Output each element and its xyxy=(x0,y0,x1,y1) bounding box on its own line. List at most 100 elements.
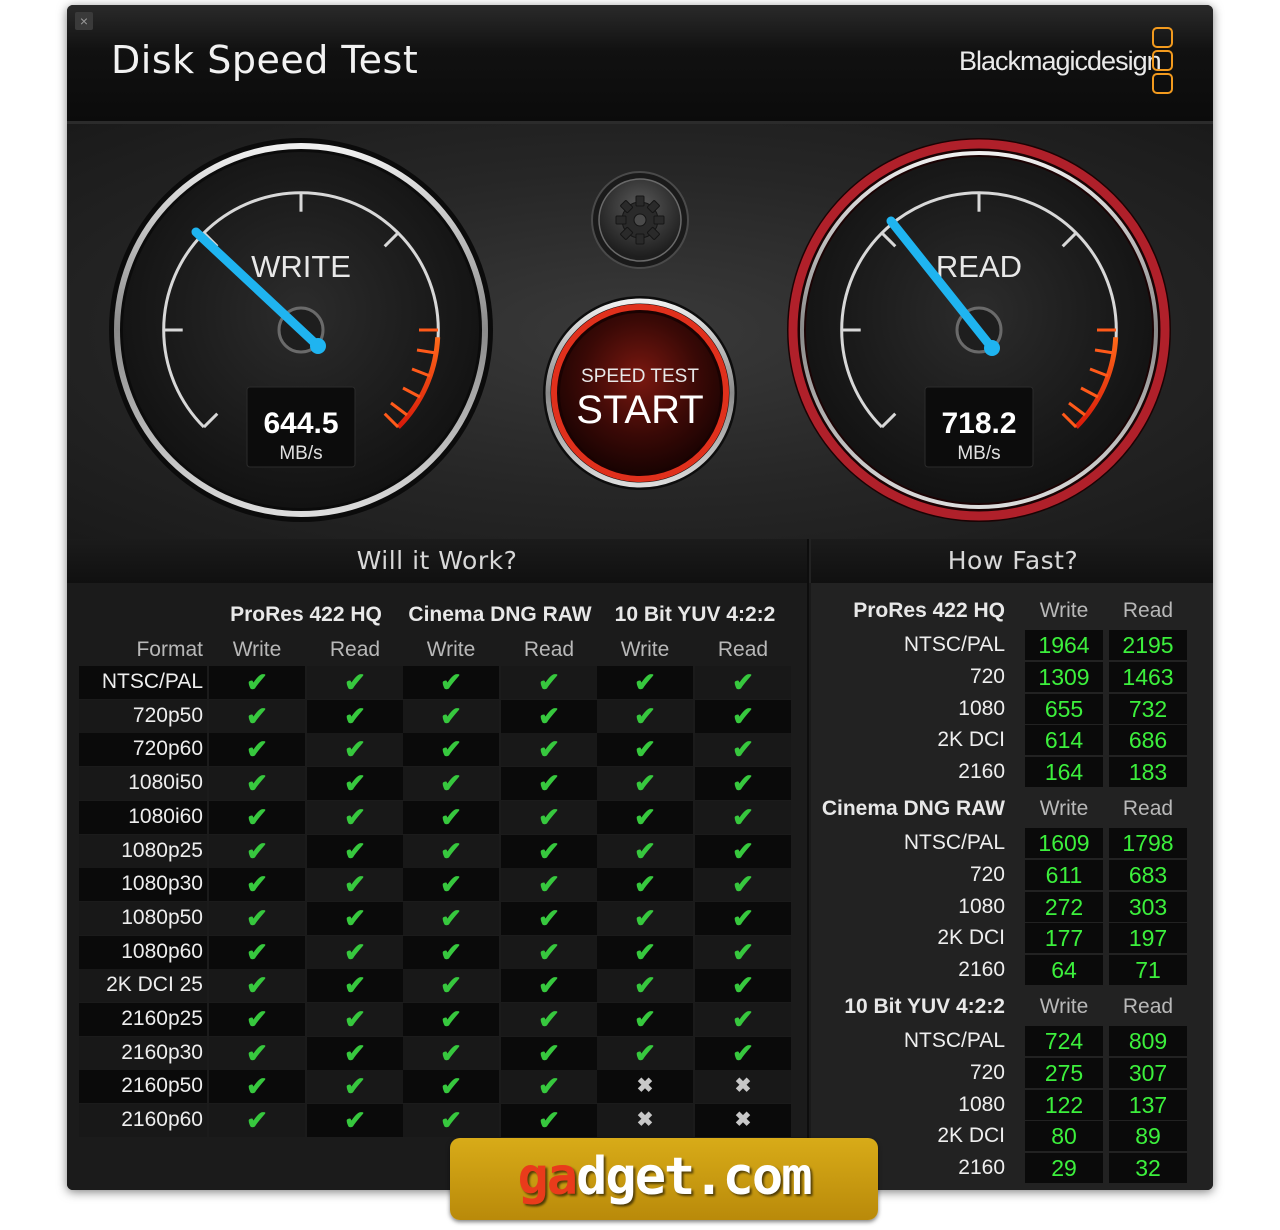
checkmark-icon: ✔ xyxy=(440,734,462,765)
checkmark-icon: ✔ xyxy=(440,1037,462,1068)
codec-header: Cinema DNG RAW xyxy=(408,603,592,626)
write-column-header: Write xyxy=(1039,599,1089,622)
codec-section-header: ProRes 422 HQ xyxy=(853,599,1005,622)
checkmark-icon: ✔ xyxy=(732,801,754,832)
read-speed-cell: 686 xyxy=(1109,725,1187,756)
write-speed-cell: 29 xyxy=(1025,1153,1103,1184)
read-speed-unit: MB/s xyxy=(957,443,1000,464)
result-cell: ✔ xyxy=(695,767,791,801)
checkmark-icon: ✔ xyxy=(440,936,462,967)
checkmark-icon: ✔ xyxy=(634,970,656,1001)
result-cell: ✔ xyxy=(695,666,791,699)
checkmark-icon: ✔ xyxy=(344,667,366,697)
checkmark-icon: ✔ xyxy=(246,700,268,731)
checkmark-icon: ✔ xyxy=(440,970,462,1001)
table-row-format: 720p60 xyxy=(132,737,203,761)
checkmark-icon: ✔ xyxy=(538,801,560,832)
read-gauge: READ 718.2 MB/s xyxy=(787,138,1171,522)
how-fast-title: How Fast? xyxy=(809,539,1213,583)
result-cell: ✔ xyxy=(403,1036,499,1070)
result-cell: ✔ xyxy=(597,699,693,733)
read-speed-cell: 183 xyxy=(1109,757,1187,788)
read-column-header: Read xyxy=(1122,995,1174,1018)
result-cell: ✔ xyxy=(597,935,693,969)
speed-row-format: NTSC/PAL xyxy=(903,831,1005,854)
subcolumn-header: Write xyxy=(426,638,476,661)
result-cell: ✔ xyxy=(209,969,305,1003)
subcolumn-header: Read xyxy=(329,638,381,661)
watermark-rest: dget.com xyxy=(576,1147,812,1207)
settings-button[interactable] xyxy=(591,171,689,269)
result-cell: ✖ xyxy=(597,1070,693,1104)
result-cell: ✔ xyxy=(307,834,403,868)
write-speed-cell: 614 xyxy=(1025,725,1103,756)
read-speed-cell: 809 xyxy=(1109,1026,1187,1056)
checkmark-icon: ✔ xyxy=(246,970,268,1001)
result-cell: ✖ xyxy=(695,1070,791,1104)
table-row-format: 2160p60 xyxy=(121,1108,203,1132)
result-cell: ✔ xyxy=(209,767,305,801)
result-cell: ✔ xyxy=(403,1003,499,1036)
checkmark-icon: ✔ xyxy=(246,667,268,697)
checkmark-icon: ✔ xyxy=(246,1071,268,1102)
checkmark-icon: ✔ xyxy=(344,835,366,866)
result-cell: ✔ xyxy=(597,901,693,935)
format-column-header: Format xyxy=(136,638,203,661)
cross-icon: ✖ xyxy=(636,1109,654,1132)
checkmark-icon: ✔ xyxy=(344,1105,366,1136)
result-cell: ✔ xyxy=(307,733,403,767)
checkmark-icon: ✔ xyxy=(634,1037,656,1068)
read-gauge-label: READ xyxy=(936,249,1022,284)
checkmark-icon: ✔ xyxy=(538,734,560,765)
checkmark-icon: ✔ xyxy=(538,700,560,731)
table-row-format: 1080i60 xyxy=(128,804,203,828)
subcolumn-header: Read xyxy=(717,638,769,661)
checkmark-icon: ✔ xyxy=(732,667,754,697)
result-cell: ✔ xyxy=(209,935,305,969)
result-cell: ✔ xyxy=(307,1003,403,1036)
write-speed-cell: 64 xyxy=(1025,955,1103,986)
result-cell: ✔ xyxy=(695,800,791,834)
speed-row-format: 1080 xyxy=(958,894,1005,918)
checkmark-icon: ✔ xyxy=(538,869,560,900)
result-cell: ✔ xyxy=(307,868,403,902)
codec-header: ProRes 422 HQ xyxy=(230,603,382,626)
result-cell: ✔ xyxy=(597,834,693,868)
cross-icon: ✖ xyxy=(734,1075,752,1098)
result-cell: ✔ xyxy=(695,901,791,935)
result-cell: ✔ xyxy=(501,969,597,1003)
start-button[interactable]: SPEED TEST START xyxy=(543,296,737,490)
checkmark-icon: ✔ xyxy=(246,902,268,933)
start-button-label: START xyxy=(576,388,703,432)
checkmark-icon: ✔ xyxy=(246,869,268,900)
checkmark-icon: ✔ xyxy=(440,902,462,933)
write-speed-cell: 655 xyxy=(1025,693,1103,724)
result-cell: ✔ xyxy=(307,1036,403,1070)
read-speed-cell: 1463 xyxy=(1109,661,1187,692)
result-cell: ✔ xyxy=(597,800,693,834)
result-cell: ✔ xyxy=(209,666,305,699)
speed-row-format: 720 xyxy=(969,862,1005,886)
subcolumn-header: Read xyxy=(523,638,575,661)
checkmark-icon: ✔ xyxy=(538,1105,560,1136)
result-cell: ✔ xyxy=(695,969,791,1003)
close-icon[interactable]: × xyxy=(75,12,93,30)
watermark-logo: gadget.com xyxy=(450,1138,878,1220)
checkmark-icon: ✔ xyxy=(732,902,754,933)
checkmark-icon: ✔ xyxy=(538,667,560,697)
checkmark-icon: ✔ xyxy=(246,768,268,799)
start-button-caption: SPEED TEST xyxy=(581,366,699,387)
table-row-format: 2K DCI 25 xyxy=(106,973,203,997)
checkmark-icon: ✔ xyxy=(538,835,560,866)
write-gauge: WRITE 644.5 MB/s xyxy=(109,138,493,522)
read-speed-cell: 71 xyxy=(1109,955,1187,986)
result-cell: ✔ xyxy=(307,901,403,935)
table-row-format: 2160p30 xyxy=(121,1040,203,1064)
result-cell: ✔ xyxy=(209,800,305,834)
read-speed-cell: 1798 xyxy=(1109,828,1187,858)
checkmark-icon: ✔ xyxy=(732,869,754,900)
read-column-header: Read xyxy=(1122,599,1174,622)
will-it-work-title: Will it Work? xyxy=(67,539,807,583)
checkmark-icon: ✔ xyxy=(634,700,656,731)
checkmark-icon: ✔ xyxy=(732,936,754,967)
